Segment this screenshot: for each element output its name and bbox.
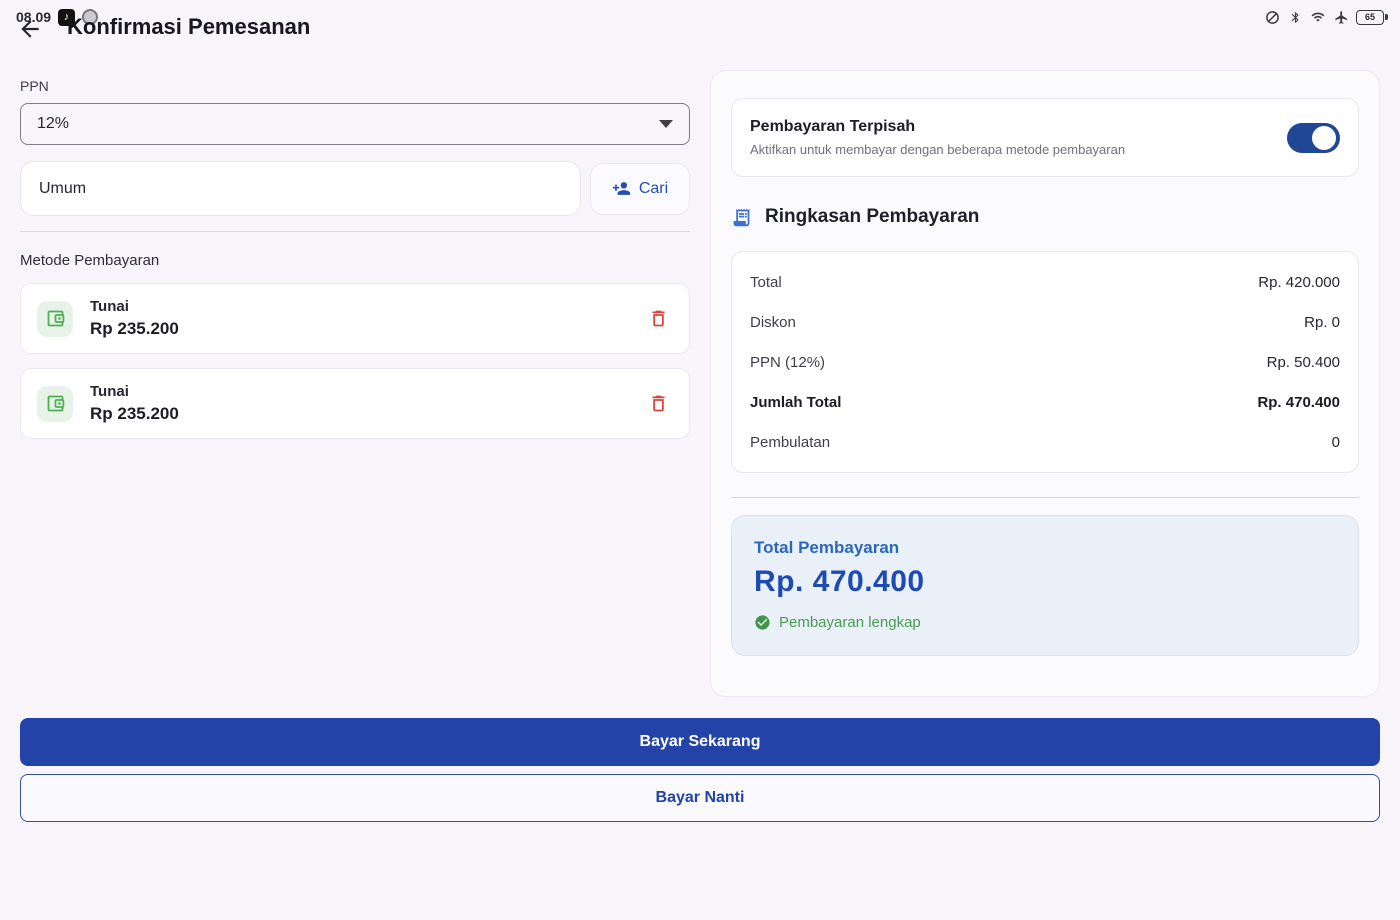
back-button[interactable] — [16, 15, 44, 43]
customer-input[interactable] — [20, 161, 581, 216]
ppn-selected-value: 12% — [37, 115, 69, 133]
summary-row-value: 0 — [1332, 434, 1340, 451]
payment-summary-panel: Pembayaran Terpisah Aktifkan untuk memba… — [710, 70, 1380, 697]
total-payment-label: Total Pembayaran — [754, 538, 1336, 558]
toggle-knob — [1312, 126, 1336, 150]
summary-row-value: Rp. 0 — [1304, 314, 1340, 331]
summary-row-tax: PPN (12%) Rp. 50.400 — [750, 342, 1340, 382]
summary-row-value: Rp. 420.000 — [1258, 274, 1340, 291]
summary-row-value: Rp. 470.400 — [1257, 394, 1340, 411]
battery-level: 65 — [1365, 12, 1375, 22]
summary-heading: Ringkasan Pembayaran — [731, 206, 1359, 228]
left-column: PPN 12% Cari Metode Pembayaran Tunai Rp … — [20, 78, 690, 439]
receipt-icon — [731, 207, 752, 228]
pay-later-button[interactable]: Bayar Nanti — [20, 774, 1380, 822]
ppn-select[interactable]: 12% — [20, 103, 690, 145]
divider — [731, 497, 1359, 498]
trash-icon — [648, 308, 669, 329]
summary-row-label: Diskon — [750, 314, 796, 331]
split-payment-subtitle: Aktifkan untuk membayar dengan beberapa … — [750, 142, 1125, 157]
split-payment-card: Pembayaran Terpisah Aktifkan untuk memba… — [731, 98, 1359, 177]
summary-row-label: Jumlah Total — [750, 394, 841, 411]
search-customer-label: Cari — [639, 180, 668, 198]
search-customer-button[interactable]: Cari — [590, 163, 690, 215]
summary-heading-text: Ringkasan Pembayaran — [765, 206, 979, 228]
total-payment-card: Total Pembayaran Rp. 470.400 Pembayaran … — [731, 515, 1359, 656]
payment-complete-status: Pembayaran lengkap — [754, 614, 1336, 631]
order-confirmation-screen: 08.09 ♪ 65 Konfirmasi Pemesanan — [0, 0, 1400, 920]
summary-row-discount: Diskon Rp. 0 — [750, 302, 1340, 342]
cash-wallet-icon — [37, 301, 73, 337]
wifi-icon — [1310, 9, 1326, 25]
split-payment-title: Pembayaran Terpisah — [750, 118, 1125, 136]
page-title: Konfirmasi Pemesanan — [67, 14, 310, 40]
summary-row-total: Total Rp. 420.000 — [750, 262, 1340, 302]
payment-method-name: Tunai — [90, 383, 645, 400]
divider — [20, 231, 690, 232]
check-circle-icon — [754, 614, 771, 631]
trash-icon — [648, 393, 669, 414]
payment-method-name: Tunai — [90, 298, 645, 315]
summary-row-label: PPN (12%) — [750, 354, 825, 371]
split-payment-toggle[interactable] — [1287, 123, 1340, 153]
payment-method-amount: Rp 235.200 — [90, 404, 645, 424]
summary-row-grand-total: Jumlah Total Rp. 470.400 — [750, 382, 1340, 422]
payment-method-row: Tunai Rp 235.200 — [20, 368, 690, 439]
summary-row-label: Pembulatan — [750, 434, 830, 451]
payment-method-amount: Rp 235.200 — [90, 319, 645, 339]
summary-card: Total Rp. 420.000 Diskon Rp. 0 PPN (12%)… — [731, 251, 1359, 473]
do-not-disturb-icon — [1264, 9, 1280, 25]
payment-methods-label: Metode Pembayaran — [20, 252, 690, 269]
bluetooth-icon — [1287, 9, 1303, 25]
chevron-down-icon — [659, 120, 673, 128]
person-add-icon — [612, 179, 631, 198]
summary-row-value: Rp. 50.400 — [1267, 354, 1340, 371]
summary-row-label: Total — [750, 274, 782, 291]
arrow-back-icon — [17, 16, 43, 42]
pay-now-button[interactable]: Bayar Sekarang — [20, 718, 1380, 766]
delete-payment-button[interactable] — [645, 306, 671, 332]
summary-row-rounding: Pembulatan 0 — [750, 422, 1340, 462]
ppn-label: PPN — [20, 78, 690, 94]
delete-payment-button[interactable] — [645, 391, 671, 417]
payment-method-row: Tunai Rp 235.200 — [20, 283, 690, 354]
payment-complete-text: Pembayaran lengkap — [779, 614, 921, 631]
total-payment-amount: Rp. 470.400 — [754, 565, 1336, 599]
battery-icon: 65 — [1356, 10, 1384, 25]
airplane-mode-icon — [1333, 9, 1349, 25]
cash-wallet-icon — [37, 386, 73, 422]
